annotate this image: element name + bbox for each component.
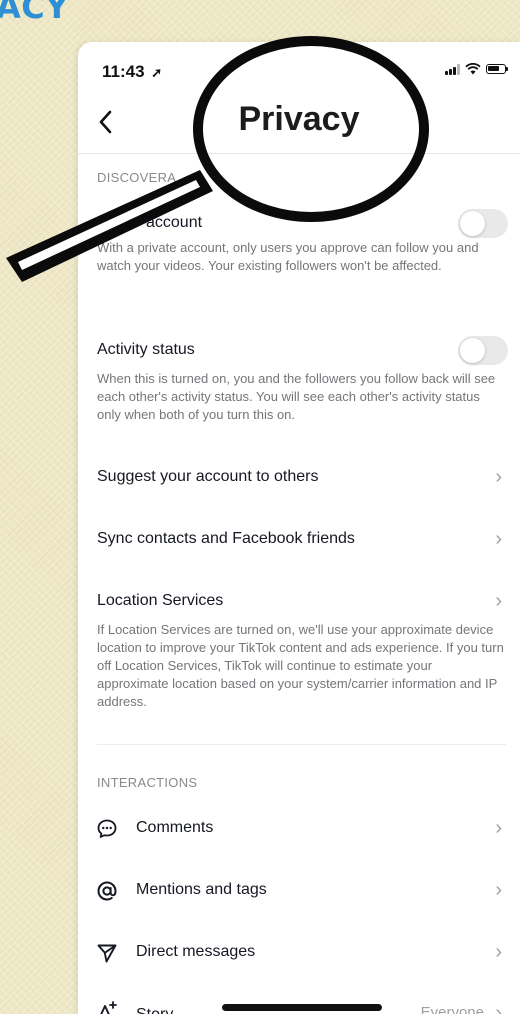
private-account-description: With a private account, only users you a… xyxy=(97,240,479,273)
at-sign-icon xyxy=(97,881,117,901)
private-account-toggle[interactable] xyxy=(458,209,508,238)
chevron-right-icon: › xyxy=(495,590,502,612)
chevron-right-icon: › xyxy=(495,879,502,901)
sync-contacts-label: Sync contacts and Facebook friends xyxy=(97,530,355,547)
chevron-right-icon: › xyxy=(495,941,502,963)
direct-messages-label: Direct messages xyxy=(136,943,256,960)
section-label-interactions: INTERACTIONS xyxy=(97,775,198,790)
battery-icon xyxy=(486,64,508,74)
private-account-title: account xyxy=(146,214,203,231)
activity-status-description: When this is turned on, you and the foll… xyxy=(97,371,496,422)
activity-status-title: Activity status xyxy=(97,341,195,358)
location-services-label: Location Services xyxy=(97,592,224,609)
comment-bubble-icon xyxy=(97,819,117,838)
location-arrow-icon: ➚ xyxy=(151,65,163,80)
story-icon xyxy=(100,1001,117,1014)
chevron-right-icon: › xyxy=(495,466,502,488)
activity-status-toggle[interactable] xyxy=(458,336,508,365)
section-label-discoverability: DISCOVERA xyxy=(97,170,177,185)
send-icon xyxy=(97,944,117,963)
mentions-label: Mentions and tags xyxy=(136,881,267,898)
chevron-right-icon: › xyxy=(495,817,502,839)
suggest-account-label: Suggest your account to others xyxy=(97,468,319,485)
chevron-right-icon: › xyxy=(495,528,502,550)
chevron-right-icon: › xyxy=(495,1002,502,1014)
story-label: Story xyxy=(136,1006,173,1014)
status-time: 11:43 ➚ xyxy=(102,62,162,82)
poster-title: ACY xyxy=(0,0,69,26)
comments-label: Comments xyxy=(136,819,214,836)
page-title: Privacy xyxy=(238,100,360,138)
wifi-icon xyxy=(465,63,481,75)
signal-icon xyxy=(445,63,460,75)
status-icons xyxy=(445,63,508,75)
location-services-description: If Location Services are turned on, we'l… xyxy=(97,622,504,709)
status-time-text: 11:43 xyxy=(102,62,145,81)
home-indicator xyxy=(222,1004,382,1011)
nav-divider xyxy=(78,153,520,154)
phone-screen: 11:43 ➚ Privacy DISCOVERA account With a… xyxy=(78,42,520,1014)
story-value: Everyone xyxy=(420,1004,484,1014)
section-divider xyxy=(97,744,506,745)
